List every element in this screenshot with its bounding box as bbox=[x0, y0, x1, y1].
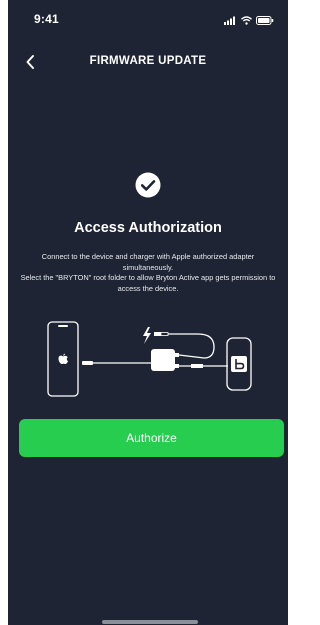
wifi-icon bbox=[241, 15, 252, 25]
instructions-line-1: Connect to the device and charger with A… bbox=[41, 252, 255, 272]
app-screen: 9:41 FIRMWARE UPDATE Access Authorizatio… bbox=[8, 0, 288, 625]
adapter-icon bbox=[151, 349, 179, 371]
checkmark-circle-icon bbox=[135, 172, 161, 198]
instructions-text: Connect to the device and charger with A… bbox=[18, 252, 278, 294]
connection-illustration bbox=[47, 321, 252, 397]
signal-icon bbox=[224, 16, 235, 25]
authorization-title: Access Authorization bbox=[74, 220, 222, 236]
home-indicator bbox=[102, 620, 198, 624]
navigation-bar: FIRMWARE UPDATE bbox=[8, 48, 288, 76]
battery-icon bbox=[256, 15, 274, 25]
apple-logo-icon bbox=[58, 353, 68, 364]
lightning-cable-icon bbox=[82, 361, 151, 365]
bryton-device-icon bbox=[226, 337, 252, 391]
lightning-bolt-icon bbox=[143, 327, 151, 344]
status-icons bbox=[224, 15, 274, 25]
instructions-line-2: Select the "BRYTON" root folder to allow… bbox=[20, 273, 276, 293]
status-time: 9:41 bbox=[34, 12, 59, 26]
authorize-button[interactable]: Authorize bbox=[19, 419, 284, 457]
status-bar: 9:41 bbox=[8, 0, 288, 44]
page-title: FIRMWARE UPDATE bbox=[89, 55, 207, 67]
